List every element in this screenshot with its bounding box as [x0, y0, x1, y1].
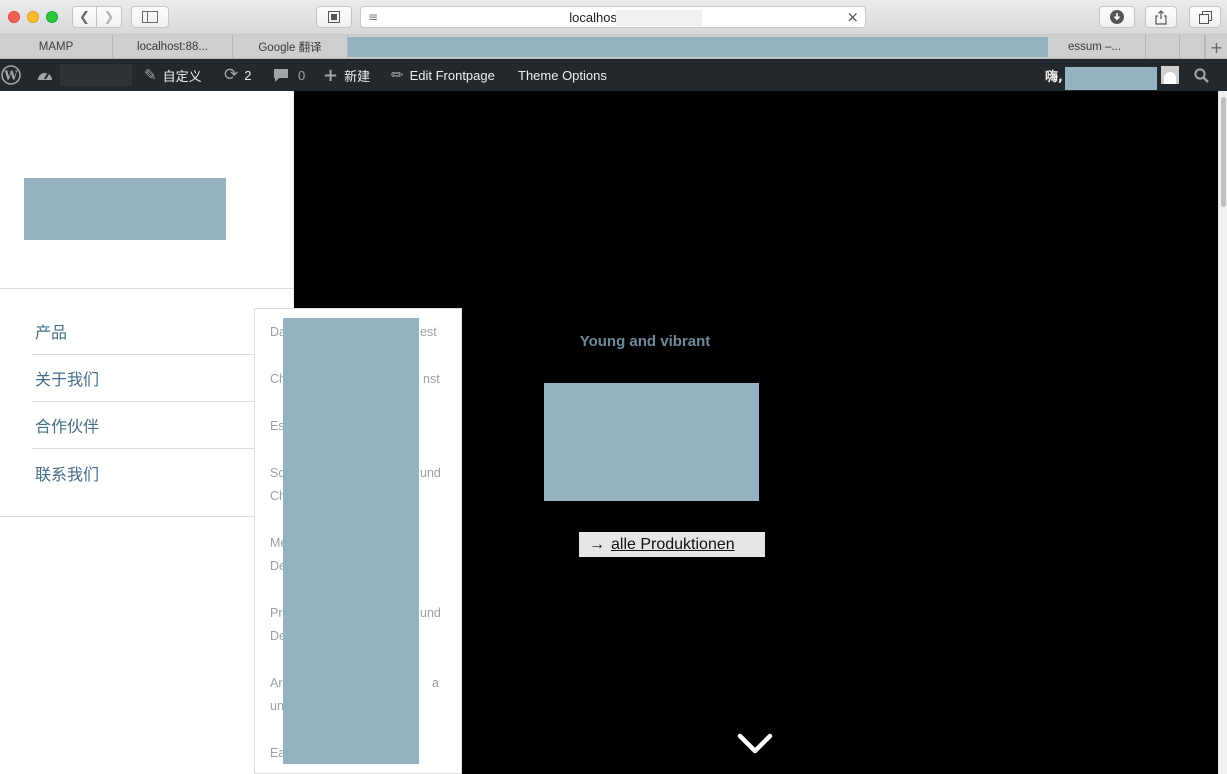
- all-productions-label: alle Produktionen: [611, 535, 735, 553]
- comments-link[interactable]: 0: [273, 59, 305, 91]
- stop-loading-icon[interactable]: ×: [846, 8, 859, 26]
- search-icon: [1194, 67, 1209, 83]
- forward-button[interactable]: ❯: [96, 6, 122, 28]
- downloads-button[interactable]: [1099, 6, 1135, 28]
- pencil-icon: ✏: [391, 66, 404, 84]
- submenu-item-end: est: [420, 325, 437, 339]
- wp-logo-menu[interactable]: W: [0, 59, 22, 91]
- sidebar-divider: [0, 288, 294, 289]
- edit-frontpage-link[interactable]: ✏ Edit Frontpage: [391, 59, 495, 91]
- reader-toggle-button[interactable]: [316, 6, 352, 28]
- updates-count: 2: [244, 67, 252, 83]
- site-logo-redaction[interactable]: [24, 178, 226, 240]
- address-bar[interactable]: ≡ localhost:8888/ ×: [360, 6, 866, 28]
- page-scrollbar[interactable]: [1218, 91, 1227, 774]
- submenu-item-start: Ar: [270, 676, 283, 690]
- scrollbar-thumb[interactable]: [1221, 97, 1226, 207]
- brush-icon: ✎: [144, 66, 157, 84]
- products-submenu: Da est Ch nst Es Sc und Ch Me De Pr und …: [254, 308, 462, 774]
- share-button[interactable]: [1145, 6, 1177, 28]
- wordpress-icon: W: [1, 65, 21, 85]
- dashboard-menu[interactable]: [36, 59, 54, 91]
- theme-options-label: Theme Options: [518, 67, 607, 83]
- wp-admin-bar: W ✎ 自定义 ⟳ 2 0 + 新建 ✏ Edit Frontpage Them…: [0, 59, 1227, 91]
- dashboard-icon: [38, 72, 52, 80]
- all-productions-button[interactable]: → alle Produktionen: [579, 532, 765, 557]
- tab-overview-button[interactable]: [1189, 6, 1221, 28]
- svg-text:W: W: [3, 69, 18, 83]
- address-redaction: [616, 10, 702, 26]
- hero-image-redaction: [544, 383, 759, 501]
- plus-icon: +: [323, 64, 339, 86]
- submenu-redaction: [283, 318, 419, 764]
- tab-mamp[interactable]: MAMP: [0, 35, 113, 59]
- theme-options-link[interactable]: Theme Options: [518, 59, 607, 91]
- tab-impressum[interactable]: essum –...: [1048, 35, 1146, 59]
- tab-localhost[interactable]: localhost:88...: [113, 35, 233, 59]
- submenu-item-start: Pr: [270, 606, 283, 620]
- minimize-window-button[interactable]: [27, 11, 39, 23]
- tab-google-translate[interactable]: Google 翻译: [233, 35, 348, 59]
- chevron-down-icon[interactable]: [737, 731, 773, 757]
- submenu-item-end: a: [432, 676, 439, 690]
- customize-label: 自定义: [162, 69, 202, 85]
- download-icon: [1110, 10, 1124, 24]
- site-sidebar: 产品 关于我们 合作伙伴 联系我们: [0, 91, 294, 774]
- arrow-right-icon: →: [589, 535, 605, 553]
- new-label: 新建: [344, 69, 371, 85]
- customize-link[interactable]: ✎ 自定义: [144, 59, 202, 91]
- new-tab-button[interactable]: +: [1205, 35, 1227, 59]
- greeting-label: 嗨,: [1045, 69, 1063, 85]
- comments-count: 0: [298, 67, 306, 83]
- tabs-redaction: [348, 37, 1048, 57]
- zoom-window-button[interactable]: [46, 11, 58, 23]
- browser-toolbar: ❮ ❯ ≡ localhost:8888/ ×: [0, 0, 1227, 35]
- admin-search[interactable]: [1194, 59, 1209, 91]
- site-name-redaction: [60, 64, 132, 86]
- refresh-icon: ⟳: [224, 65, 239, 85]
- edit-frontpage-label: Edit Frontpage: [409, 67, 495, 83]
- avatar[interactable]: [1161, 66, 1179, 84]
- address-url: localhost:8888/: [569, 10, 657, 25]
- updates-link[interactable]: ⟳ 2: [224, 59, 251, 91]
- plus-icon: +: [1209, 37, 1224, 57]
- tabs-icon: [1198, 10, 1212, 24]
- back-button[interactable]: ❮: [72, 6, 97, 28]
- square-stop-icon: [328, 11, 340, 23]
- username-redaction: [1065, 67, 1157, 90]
- share-icon: [1155, 9, 1167, 25]
- tab-pinned-2[interactable]: [1180, 35, 1205, 59]
- new-content-menu[interactable]: + 新建: [323, 59, 370, 91]
- sidebar-toggle-button[interactable]: [131, 6, 169, 28]
- chevron-left-icon: ❮: [79, 9, 90, 25]
- chevron-right-icon: ❯: [103, 9, 115, 25]
- tab-bar: MAMP localhost:88... Google 翻译 essum –..…: [0, 35, 1227, 59]
- submenu-item-end: nst: [423, 372, 440, 386]
- sidebar-icon: [142, 11, 158, 23]
- account-menu[interactable]: 嗨,: [1045, 59, 1063, 91]
- close-window-button[interactable]: [8, 11, 20, 23]
- submenu-item-end: und: [420, 466, 441, 480]
- sidebar-divider-bottom: [0, 516, 294, 517]
- submenu-item-line2: un: [270, 699, 284, 713]
- submenu-item-end: und: [420, 606, 441, 620]
- comment-icon: [274, 68, 288, 82]
- tab-pinned-1[interactable]: [1146, 35, 1180, 59]
